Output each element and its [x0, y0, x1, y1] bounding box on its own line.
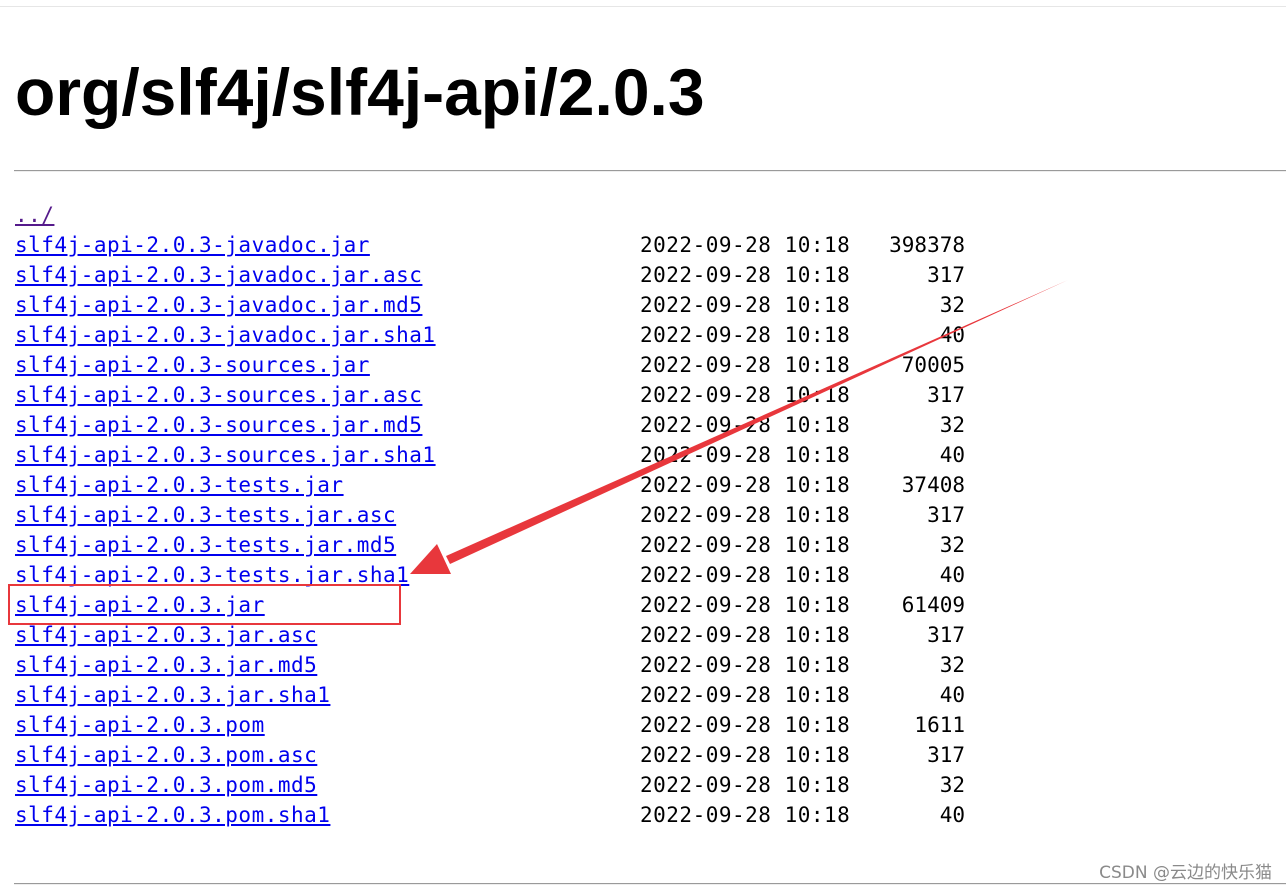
file-date: 2022-09-28 10:18: [640, 383, 851, 407]
file-date: 2022-09-28 10:18: [640, 353, 851, 377]
file-date: 2022-09-28 10:18: [640, 293, 851, 317]
file-date: 2022-09-28 10:18: [640, 653, 851, 677]
file-link[interactable]: slf4j-api-2.0.3-tests.jar.md5: [15, 530, 396, 560]
parent-directory-link[interactable]: ../: [15, 200, 54, 230]
file-date: 2022-09-28 10:18: [640, 743, 851, 767]
file-date: 2022-09-28 10:18: [640, 323, 851, 347]
file-date: 2022-09-28 10:18: [640, 773, 851, 797]
file-link[interactable]: slf4j-api-2.0.3.pom.md5: [15, 770, 317, 800]
file-link[interactable]: slf4j-api-2.0.3-javadoc.jar.asc: [15, 260, 422, 290]
file-link[interactable]: slf4j-api-2.0.3-javadoc.jar.md5: [15, 290, 422, 320]
horizontal-rule-top: [14, 170, 1286, 172]
file-date: 2022-09-28 10:18: [640, 623, 851, 647]
file-link[interactable]: slf4j-api-2.0.3-javadoc.jar.sha1: [15, 320, 436, 350]
file-size: 32: [939, 653, 965, 677]
watermark: CSDN @云边的快乐猫: [1099, 863, 1272, 883]
file-size: 32: [939, 533, 965, 557]
file-date: 2022-09-28 10:18: [640, 713, 851, 737]
file-size: 32: [939, 413, 965, 437]
file-size: 1611: [914, 713, 965, 737]
file-size: 398378: [889, 233, 965, 257]
file-date: 2022-09-28 10:18: [640, 263, 851, 287]
file-link[interactable]: slf4j-api-2.0.3-tests.jar: [15, 470, 344, 500]
file-size: 317: [927, 383, 965, 407]
file-link[interactable]: slf4j-api-2.0.3-javadoc.jar: [15, 230, 370, 260]
file-size: 40: [939, 443, 965, 467]
file-link[interactable]: slf4j-api-2.0.3-sources.jar.asc: [15, 380, 422, 410]
file-size: 37408: [901, 473, 965, 497]
file-size: 317: [927, 743, 965, 767]
horizontal-rule-bottom: [14, 883, 1286, 885]
file-link[interactable]: slf4j-api-2.0.3-sources.jar.md5: [15, 410, 422, 440]
file-size: 317: [927, 623, 965, 647]
file-date: 2022-09-28 10:18: [640, 233, 851, 257]
file-date: 2022-09-28 10:18: [640, 683, 851, 707]
file-size: 32: [939, 293, 965, 317]
file-date: 2022-09-28 10:18: [640, 473, 851, 497]
page-title: org/slf4j/slf4j-api/2.0.3: [15, 55, 705, 129]
top-border: [0, 6, 1286, 7]
file-link[interactable]: slf4j-api-2.0.3.pom: [15, 710, 265, 740]
file-date: 2022-09-28 10:18: [640, 563, 851, 587]
file-link[interactable]: slf4j-api-2.0.3.jar.md5: [15, 650, 317, 680]
file-size: 317: [927, 503, 965, 527]
file-date: 2022-09-28 10:18: [640, 413, 851, 437]
highlight-box: [8, 584, 401, 625]
file-link[interactable]: slf4j-api-2.0.3.pom.asc: [15, 740, 317, 770]
file-link[interactable]: slf4j-api-2.0.3-sources.jar: [15, 350, 370, 380]
file-date: 2022-09-28 10:18: [640, 593, 851, 617]
file-link[interactable]: slf4j-api-2.0.3.pom.sha1: [15, 800, 330, 830]
file-link[interactable]: slf4j-api-2.0.3-sources.jar.sha1: [15, 440, 436, 470]
file-size: 40: [939, 323, 965, 347]
file-date: 2022-09-28 10:18: [640, 803, 851, 827]
file-size: 40: [939, 563, 965, 587]
file-date: 2022-09-28 10:18: [640, 533, 851, 557]
file-size: 317: [927, 263, 965, 287]
file-link[interactable]: slf4j-api-2.0.3.jar.sha1: [15, 680, 330, 710]
file-link[interactable]: slf4j-api-2.0.3-tests.jar.asc: [15, 500, 396, 530]
file-size: 40: [939, 683, 965, 707]
file-size: 70005: [901, 353, 965, 377]
file-size: 40: [939, 803, 965, 827]
file-size: 61409: [901, 593, 965, 617]
file-size: 32: [939, 773, 965, 797]
arrow-head: [410, 544, 451, 574]
file-date: 2022-09-28 10:18: [640, 503, 851, 527]
file-date: 2022-09-28 10:18: [640, 443, 851, 467]
